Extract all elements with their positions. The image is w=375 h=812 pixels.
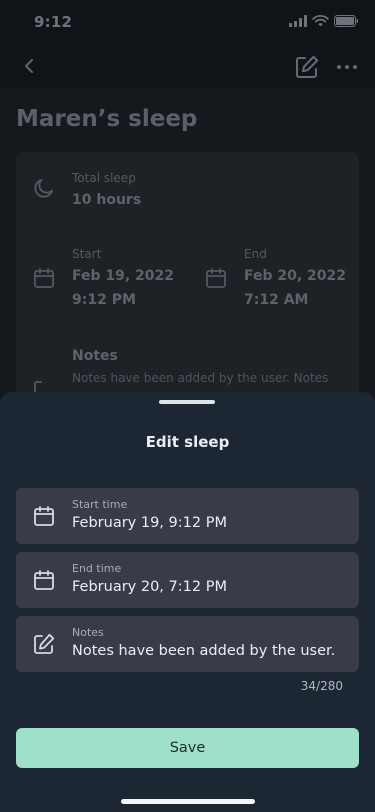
sheet-grabber[interactable] xyxy=(159,400,215,404)
end-time-value: February 20, 7:12 PM xyxy=(72,579,227,595)
notes-field-label: Notes xyxy=(72,626,104,639)
start-time-field[interactable]: Start time February 19, 9:12 PM xyxy=(16,488,359,544)
start-time: 9:12 PM xyxy=(72,292,136,308)
more-horizontal-icon xyxy=(337,65,357,69)
end-time: 7:12 AM xyxy=(244,292,309,308)
cellular-signal-icon xyxy=(289,15,307,27)
end-label: End xyxy=(244,247,267,261)
start-time-value: February 19, 9:12 PM xyxy=(72,515,227,531)
save-button[interactable]: Save xyxy=(16,728,359,768)
status-time: 9:12 xyxy=(34,13,73,31)
character-counter: 34/280 xyxy=(300,679,343,693)
notes-label: Notes xyxy=(72,348,118,364)
calendar-icon xyxy=(34,268,54,288)
battery-icon xyxy=(334,15,358,27)
start-date: Feb 19, 2022 xyxy=(72,268,175,284)
total-sleep-label: Total sleep xyxy=(72,171,136,185)
end-time-label: End time xyxy=(72,562,122,575)
notes-preview: Notes have been added by the user. Notes xyxy=(72,371,329,385)
navigation-bar xyxy=(0,44,375,88)
home-indicator xyxy=(121,799,255,804)
end-date: Feb 20, 2022 xyxy=(244,268,347,284)
edit-sleep-sheet: Edit sleep Start time February 19, 9:12 … xyxy=(0,392,375,812)
edit-icon xyxy=(296,55,319,78)
edit-button[interactable] xyxy=(294,54,320,80)
total-sleep-value: 10 hours xyxy=(72,192,142,208)
calendar-icon xyxy=(34,506,54,526)
notes-field[interactable]: Notes Notes have been added by the user. xyxy=(16,616,359,672)
more-button[interactable] xyxy=(334,54,360,80)
moon-icon xyxy=(34,179,53,198)
notes-field-value: Notes have been added by the user. xyxy=(72,643,336,659)
end-time-field[interactable]: End time February 20, 7:12 PM xyxy=(16,552,359,608)
status-bar: 9:12 xyxy=(0,0,375,44)
back-button[interactable] xyxy=(18,54,42,78)
chevron-left-icon xyxy=(25,59,33,73)
sheet-title: Edit sleep xyxy=(145,433,230,451)
start-label: Start xyxy=(72,247,102,261)
calendar-icon xyxy=(206,268,226,288)
status-icons xyxy=(289,15,359,27)
wifi-icon xyxy=(312,15,329,27)
calendar-icon xyxy=(34,570,54,590)
start-time-label: Start time xyxy=(72,498,128,511)
page-title: Maren’s sleep xyxy=(16,106,198,132)
edit-icon xyxy=(34,633,55,654)
